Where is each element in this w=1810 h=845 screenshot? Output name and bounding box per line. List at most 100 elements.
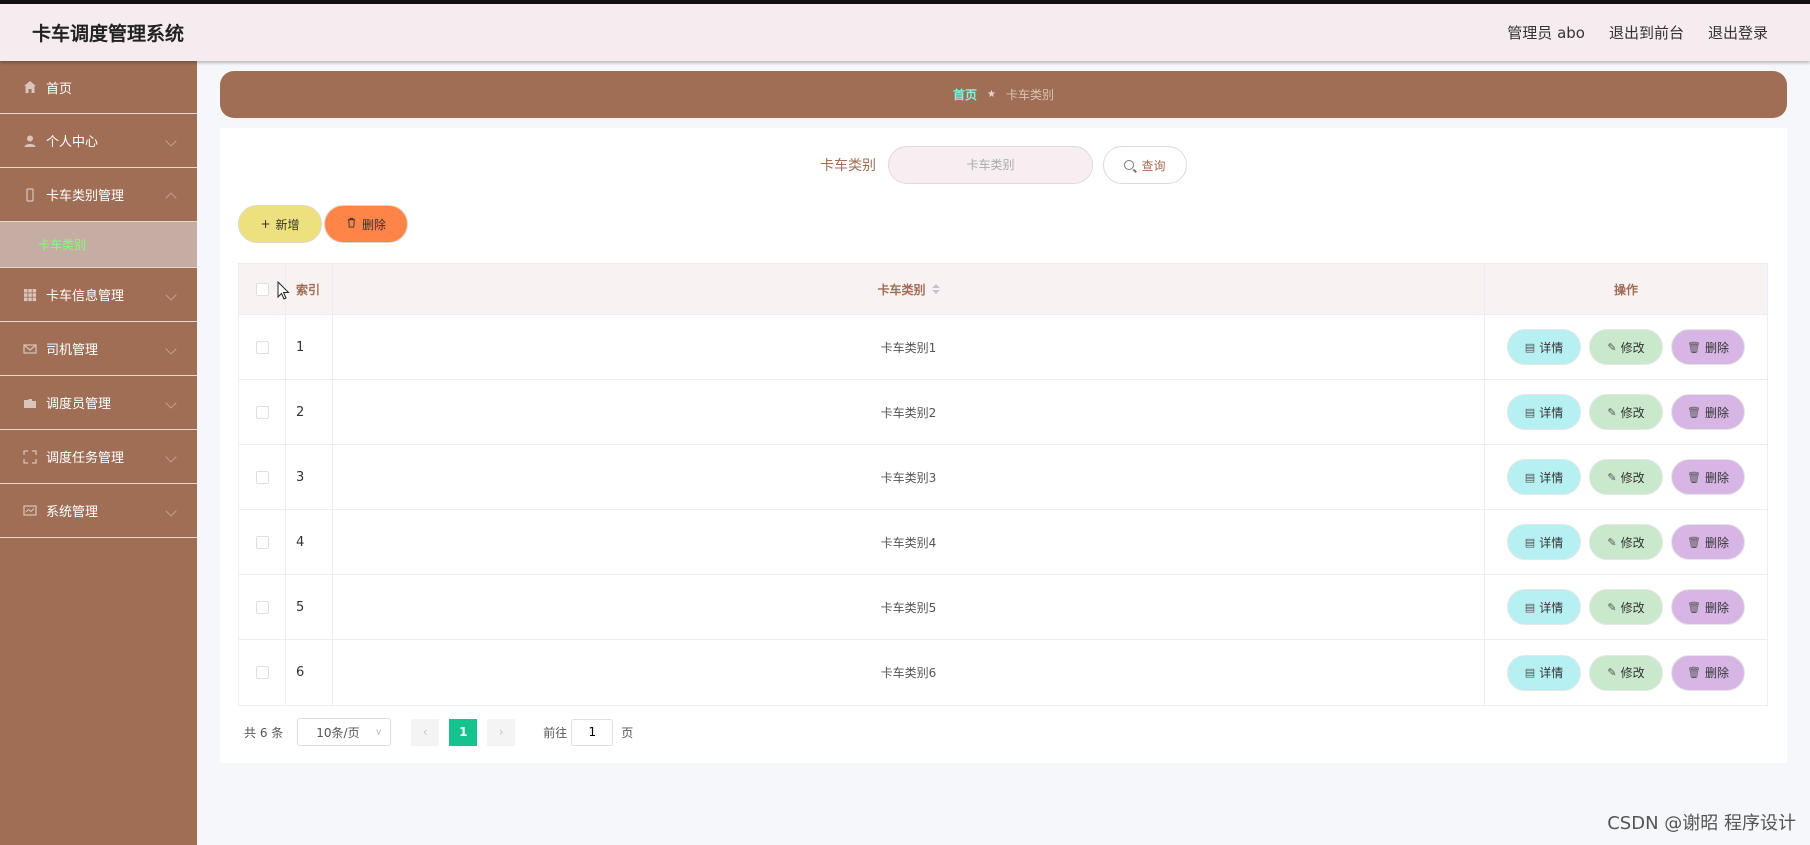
detail-button[interactable]: ▤ 详情 — [1507, 524, 1581, 560]
edit-button[interactable]: ✎ 修改 — [1589, 394, 1663, 430]
detail-label: 详情 — [1539, 666, 1564, 680]
goto-page-input[interactable] — [571, 718, 614, 746]
detail-button[interactable]: ▤ 详情 — [1507, 329, 1581, 365]
row-checkbox-cell — [239, 575, 286, 639]
row-category: 卡车类别5 — [333, 575, 1485, 639]
data-table: 索引 卡车类别 操作 1 卡车类别1 ▤ 详情 ✎ 修改 🗑 删除 2 卡车类别2 ▤ 详情 ✎ 修改 🗑 删… — [238, 263, 1768, 706]
sidebar-item-profile[interactable]: 个人中心 — [0, 114, 197, 168]
logout-link[interactable]: 退出登录 — [1708, 22, 1768, 43]
delete-label: 删除 — [1704, 405, 1729, 420]
edit-icon: ✎ — [1607, 470, 1617, 484]
row-ops: ▤ 详情 ✎ 修改 🗑 删除 — [1485, 575, 1767, 639]
row-checkbox-cell — [239, 510, 286, 574]
trash-icon: 🗑 — [1687, 535, 1701, 549]
user-icon — [22, 133, 38, 149]
chevron-up-icon — [165, 191, 177, 204]
delete-button[interactable]: 🗑 删除 — [1671, 524, 1745, 560]
sidebar-item-truck-category[interactable]: 卡车类别管理 — [0, 168, 197, 222]
chevron-down-icon — [165, 450, 177, 463]
edit-icon: ✎ — [1607, 600, 1617, 614]
trash-icon: 🗑 — [1687, 405, 1701, 419]
delete-label: 删除 — [1704, 535, 1729, 550]
sidebar-item-truck-info[interactable]: 卡车信息管理 — [0, 268, 197, 322]
edit-button[interactable]: ✎ 修改 — [1589, 459, 1663, 495]
detail-button[interactable]: ▤ 详情 — [1507, 589, 1581, 625]
delete-button[interactable]: 🗑 删除 — [1671, 589, 1745, 625]
sidebar-item-label: 系统管理 — [46, 505, 99, 520]
header-category[interactable]: 卡车类别 — [333, 264, 1485, 314]
batch-delete-button[interactable]: 删除 — [324, 205, 408, 243]
document-icon: ▤ — [1524, 666, 1536, 679]
edit-button[interactable]: ✎ 修改 — [1589, 589, 1663, 625]
delete-button[interactable]: 🗑 删除 — [1671, 459, 1745, 495]
row-checkbox[interactable] — [255, 470, 269, 484]
next-page-button[interactable]: › — [487, 718, 516, 746]
page-number-current[interactable]: 1 — [449, 718, 478, 746]
row-checkbox[interactable] — [255, 405, 269, 419]
row-index: 4 — [286, 510, 333, 574]
chevron-down-icon — [165, 396, 177, 409]
select-all-checkbox[interactable] — [255, 282, 269, 296]
document-icon: ▤ — [1524, 535, 1536, 549]
delete-button[interactable]: 🗑 删除 — [1671, 394, 1745, 430]
trash-icon: 🗑 — [1687, 470, 1701, 484]
row-ops: ▤ 详情 ✎ 修改 🗑 删除 — [1485, 510, 1767, 574]
row-checkbox[interactable] — [255, 600, 269, 614]
user-label: 管理员 abo — [1507, 24, 1585, 42]
row-checkbox[interactable] — [255, 666, 269, 679]
trash-icon: 🗑 — [1687, 600, 1701, 614]
plus-icon: + — [260, 217, 271, 231]
delete-button[interactable]: 🗑 删除 — [1671, 654, 1745, 691]
row-checkbox[interactable] — [255, 340, 269, 354]
row-index: 2 — [286, 380, 333, 444]
sidebar-item-home[interactable]: 首页 — [0, 61, 197, 114]
detail-button[interactable]: ▤ 详情 — [1507, 459, 1581, 495]
prev-page-button[interactable]: ‹ — [411, 718, 440, 746]
document-icon: ▤ — [1524, 340, 1536, 354]
pagination-total: 共 6 条 — [244, 725, 284, 740]
row-category: 卡车类别2 — [333, 380, 1485, 444]
table-row: 6 卡车类别6 ▤ 详情 ✎ 修改 🗑 删除 — [239, 640, 1767, 705]
edit-icon: ✎ — [1607, 405, 1617, 419]
edit-button[interactable]: ✎ 修改 — [1589, 524, 1663, 560]
edit-label: 修改 — [1620, 340, 1645, 355]
content-panel: 卡车类别 查询 + 新增 删除 索引 卡车类别 操作 — [220, 128, 1787, 763]
row-checkbox[interactable] — [255, 535, 269, 549]
watermark: CSDN @谢昭 程序设计 — [1607, 813, 1796, 834]
trash-icon — [346, 217, 357, 231]
header-ops: 操作 — [1613, 282, 1638, 297]
pagination: 共 6 条 10条/页 ∨ ‹ 1 › 前往 页 — [244, 718, 633, 746]
trash-icon: 🗑 — [1687, 666, 1701, 679]
sidebar-item-dispatch-task[interactable]: 调度任务管理 — [0, 430, 197, 484]
sidebar-item-system[interactable]: 系统管理 — [0, 484, 197, 538]
monitor-icon — [22, 503, 38, 519]
detail-button[interactable]: ▤ 详情 — [1507, 394, 1581, 430]
page-size-select[interactable]: 10条/页 ∨ — [297, 718, 392, 746]
breadcrumb-separator-icon: ★ — [987, 89, 996, 100]
to-front-link[interactable]: 退出到前台 — [1609, 22, 1684, 43]
row-checkbox-cell — [239, 315, 286, 379]
grid-icon — [22, 287, 38, 303]
search-input[interactable] — [888, 146, 1093, 184]
chevron-down-icon — [165, 504, 177, 517]
header-actions: 管理员 abo 退出到前台 退出登录 — [1507, 22, 1768, 43]
detail-button[interactable]: ▤ 详情 — [1507, 654, 1581, 691]
delete-label: 删除 — [1704, 340, 1729, 355]
mail-icon — [22, 341, 38, 357]
delete-label: 删除 — [1704, 470, 1729, 485]
delete-button[interactable]: 🗑 删除 — [1671, 329, 1745, 365]
edit-button[interactable]: ✎ 修改 — [1589, 329, 1663, 365]
breadcrumb-home[interactable]: 首页 — [953, 86, 977, 103]
chevron-down-icon — [165, 134, 177, 147]
breadcrumb-current: 卡车类别 — [1005, 88, 1054, 102]
sidebar-item-dispatcher[interactable]: 调度员管理 — [0, 376, 197, 430]
query-button[interactable]: 查询 — [1103, 146, 1187, 184]
table-header: 索引 卡车类别 操作 — [239, 264, 1767, 315]
submenu-item-truck-category[interactable]: 卡车类别 — [0, 222, 197, 268]
sidebar-item-driver[interactable]: 司机管理 — [0, 322, 197, 376]
row-checkbox-cell — [239, 640, 286, 705]
add-button[interactable]: + 新增 — [238, 205, 322, 243]
sort-icon[interactable] — [931, 284, 940, 294]
edit-button[interactable]: ✎ 修改 — [1589, 654, 1663, 691]
document-icon: ▤ — [1524, 470, 1536, 484]
